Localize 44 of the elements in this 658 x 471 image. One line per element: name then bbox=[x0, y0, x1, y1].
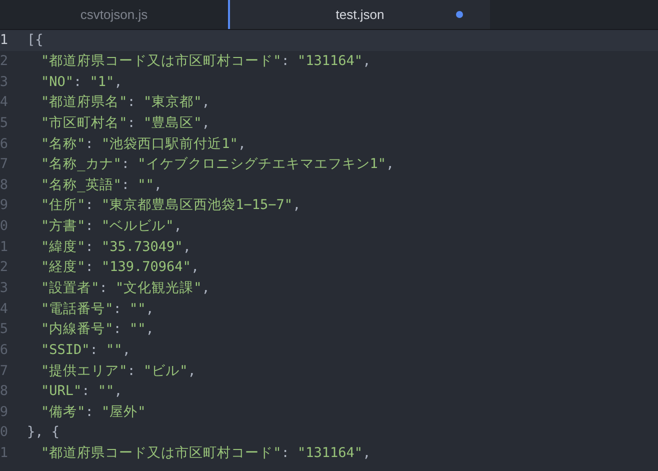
line-number: 9 bbox=[0, 404, 8, 420]
code-text: "方書": "ベルビル", bbox=[41, 217, 182, 236]
code-text: "URL": "", bbox=[41, 383, 122, 400]
code-text: "SSID": "", bbox=[41, 342, 130, 358]
line-number: 7 bbox=[0, 156, 8, 172]
line-number: 8 bbox=[0, 383, 8, 400]
code-text: "市区町村名": "豊島区", bbox=[41, 114, 210, 132]
line-number: 4 bbox=[0, 300, 8, 317]
code-text: "内線番号": "", bbox=[41, 320, 154, 338]
editor-tab[interactable]: test.json bbox=[228, 0, 490, 29]
code-text: }, { bbox=[27, 424, 60, 440]
line-number: 7 bbox=[0, 362, 8, 379]
line-number: 5 bbox=[0, 321, 8, 338]
code-text: "名称": "池袋西口駅前付近1", bbox=[41, 134, 246, 153]
code-text: [{ bbox=[27, 32, 44, 48]
line-number: 3 bbox=[0, 280, 8, 296]
line-number: 5 bbox=[0, 114, 8, 131]
code-text: "提供エリア": "ビル", bbox=[41, 362, 196, 380]
code-text: "住所": "東京都豊島区西池袋1−15−7", bbox=[41, 196, 301, 214]
code-text: "名称_カナ": "イケブクロニシグチエキマエフキン1", bbox=[41, 155, 394, 174]
line-number: 4 bbox=[0, 94, 8, 110]
line-number: 1 bbox=[0, 238, 8, 255]
line-number: 6 bbox=[0, 342, 8, 358]
code-text: "経度": "139.70964", bbox=[41, 258, 200, 276]
line-number: 1 bbox=[0, 445, 8, 462]
code-text: "都道府県名": "東京都", bbox=[41, 93, 210, 112]
line-number: 3 bbox=[0, 74, 8, 90]
code-text: "都道府県コード又は市区町村コード": "131164", bbox=[41, 52, 371, 70]
code-text: "備考": "屋外" bbox=[41, 402, 146, 421]
code-text: "電話番号": "", bbox=[41, 300, 154, 318]
editor-tab[interactable]: csvtojson.js bbox=[0, 0, 228, 29]
code-text: "都道府県コード又は市区町村コード": "131164", bbox=[41, 444, 371, 462]
code-text: "設置者": "文化観光課", bbox=[41, 279, 210, 297]
code-text: "緯度": "35.73049", bbox=[41, 238, 191, 256]
line-number: 6 bbox=[0, 136, 8, 152]
line-number: 2 bbox=[0, 52, 8, 69]
line-number: 2 bbox=[0, 259, 8, 276]
line-number: 0 bbox=[0, 218, 8, 234]
line-number: 8 bbox=[0, 176, 8, 193]
code-text: "名称_英語": "", bbox=[41, 176, 162, 194]
line-number: 9 bbox=[0, 197, 8, 214]
line-number: 0 bbox=[0, 424, 8, 440]
line-number: 1 bbox=[0, 32, 8, 48]
code-text: "NO": "1", bbox=[41, 74, 122, 90]
